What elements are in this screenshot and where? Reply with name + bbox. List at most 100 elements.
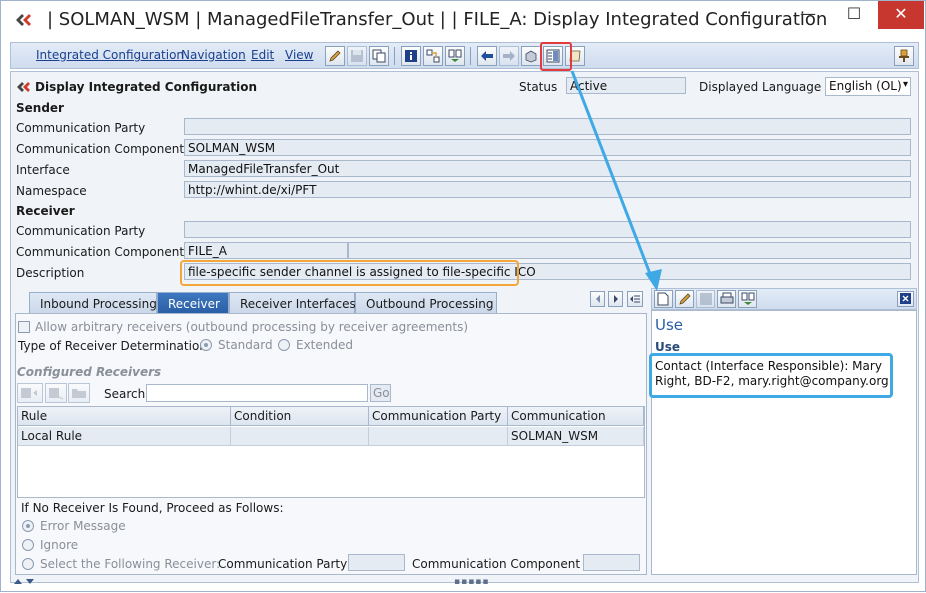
insert-row-button[interactable]	[17, 383, 43, 403]
display-mode-icon	[17, 82, 30, 92]
arrow-right-icon	[503, 51, 515, 61]
table-cell-communication-party[interactable]	[369, 427, 508, 446]
type-determination-label: Type of Receiver Determination	[18, 339, 207, 353]
toolbar-separator	[394, 47, 395, 65]
sender-party-field	[184, 118, 911, 135]
page-title: Display Integrated Configuration	[35, 80, 258, 94]
cube-icon	[525, 50, 537, 63]
go-button[interactable]: Go	[370, 384, 391, 402]
tab-scroll-left-button[interactable]	[590, 291, 605, 307]
receiver-party-label: Communication Party	[16, 224, 146, 238]
insert-row-icon	[21, 388, 37, 398]
doc-subheading: Use	[655, 340, 681, 354]
column-header-rule[interactable]: Rule	[18, 407, 231, 426]
sender-component-field: SOLMAN_WSM	[184, 139, 911, 156]
select-receiver-radio[interactable]	[22, 558, 34, 570]
save-icon	[700, 293, 712, 305]
extended-radio-label: Extended	[296, 338, 353, 352]
doc-save-button[interactable]	[696, 290, 715, 308]
documentation-toolbar	[651, 288, 917, 310]
sender-namespace-label: Namespace	[16, 184, 87, 198]
receiver-heading: Receiver	[16, 204, 75, 218]
extended-radio[interactable]	[278, 339, 290, 351]
column-header-communication[interactable]: Communication	[508, 407, 644, 426]
status-field: Active	[566, 77, 686, 94]
collapse-arrows-icon[interactable]	[13, 577, 37, 585]
doc-print-button[interactable]	[717, 290, 736, 308]
column-header-condition[interactable]: Condition	[231, 407, 369, 426]
column-header-communication-party[interactable]: Communication Party	[369, 407, 508, 426]
folder-icon	[72, 389, 86, 398]
menu-edit[interactable]: Edit	[251, 48, 274, 62]
forward-button[interactable]	[499, 46, 519, 66]
allow-arbitrary-label: Allow arbitrary receivers (outbound proc…	[35, 320, 469, 334]
sender-interface-label: Interface	[16, 163, 70, 177]
doc-close-button[interactable]	[897, 291, 914, 307]
copy-button[interactable]	[369, 46, 389, 66]
pin-button[interactable]	[894, 46, 914, 66]
tab-receiver[interactable]: Receiver	[157, 292, 229, 314]
tab-receiver-interfaces[interactable]: Receiver Interfaces	[229, 292, 356, 314]
menu-navigation[interactable]: Navigation	[181, 48, 246, 62]
doc-compare-button[interactable]	[738, 290, 757, 308]
sender-party-label: Communication Party	[16, 121, 146, 135]
documentation-panel: Use Use Contact (Interface Responsible):…	[651, 310, 917, 575]
language-select[interactable]: English (OL) ▾	[825, 77, 911, 96]
table-cell-rule[interactable]: Local Rule	[18, 427, 231, 446]
tab-list-button[interactable]	[627, 291, 643, 307]
close-button[interactable]: ✕	[878, 1, 924, 29]
copy-icon	[372, 49, 386, 63]
tab-scroll-right-button[interactable]	[608, 291, 623, 307]
pin-icon	[899, 49, 909, 62]
doc-edit-button[interactable]	[675, 290, 694, 308]
fallback-party-field	[348, 554, 405, 571]
compare-icon	[741, 292, 755, 305]
menu-toolbar: Integrated Configuration Navigation Edit…	[10, 42, 919, 69]
menu-view[interactable]: View	[285, 48, 313, 62]
objects-button[interactable]	[521, 46, 541, 66]
delete-row-button[interactable]	[45, 383, 67, 403]
tab-outbound-processing[interactable]: Outbound Processing	[355, 292, 497, 314]
status-label: Status	[519, 80, 558, 94]
error-message-label: Error Message	[40, 519, 126, 533]
info-button[interactable]	[401, 46, 421, 66]
configured-receivers-table: Rule Condition Communication Party Commu…	[17, 406, 645, 498]
window-title: | SOLMAN_WSM | ManagedFileTransfer_Out |…	[47, 9, 828, 30]
ignore-label: Ignore	[40, 538, 79, 552]
sender-component-label: Communication Component	[16, 142, 185, 156]
standard-radio[interactable]	[200, 339, 212, 351]
save-icon	[351, 50, 363, 62]
pencil-icon	[679, 293, 691, 305]
application-window: | SOLMAN_WSM | ManagedFileTransfer_Out |…	[0, 0, 926, 592]
sender-interface-field: ManagedFileTransfer_Out	[184, 160, 911, 177]
sender-namespace-field: http://whint.de/xi/PFT	[184, 181, 911, 198]
minimize-button[interactable]: —	[785, 1, 831, 29]
back-button[interactable]	[477, 46, 497, 66]
compare-button[interactable]	[445, 46, 465, 66]
doc-title: Use	[655, 316, 684, 334]
edit-pencil-button[interactable]	[325, 46, 345, 66]
ignore-radio[interactable]	[22, 539, 34, 551]
receiver-component-field: FILE_A	[184, 242, 348, 259]
language-value: English (OL)	[829, 79, 902, 93]
contact-callout	[649, 353, 893, 398]
error-message-radio[interactable]	[22, 520, 34, 532]
allow-arbitrary-checkbox[interactable]	[18, 321, 30, 333]
delete-row-icon	[49, 388, 64, 400]
panel-resize-handle[interactable]: ▪▪▪▪▪	[454, 577, 490, 587]
doc-new-button[interactable]	[654, 290, 673, 308]
close-icon	[900, 293, 911, 304]
tab-inbound-processing[interactable]: Inbound Processing	[29, 292, 157, 314]
search-input[interactable]	[146, 384, 368, 402]
where-used-icon	[426, 49, 440, 63]
menu-integrated-configuration[interactable]: Integrated Configuration	[36, 48, 184, 62]
chevron-right-icon	[614, 295, 618, 303]
where-used-button[interactable]	[423, 46, 443, 66]
save-button[interactable]	[347, 46, 367, 66]
app-icon	[16, 14, 31, 26]
open-folder-button[interactable]	[68, 383, 90, 403]
maximize-button[interactable]: ☐	[831, 1, 877, 29]
table-cell-communication[interactable]: SOLMAN_WSM	[508, 427, 644, 446]
language-label: Displayed Language	[699, 80, 822, 94]
table-cell-condition[interactable]	[231, 427, 369, 446]
